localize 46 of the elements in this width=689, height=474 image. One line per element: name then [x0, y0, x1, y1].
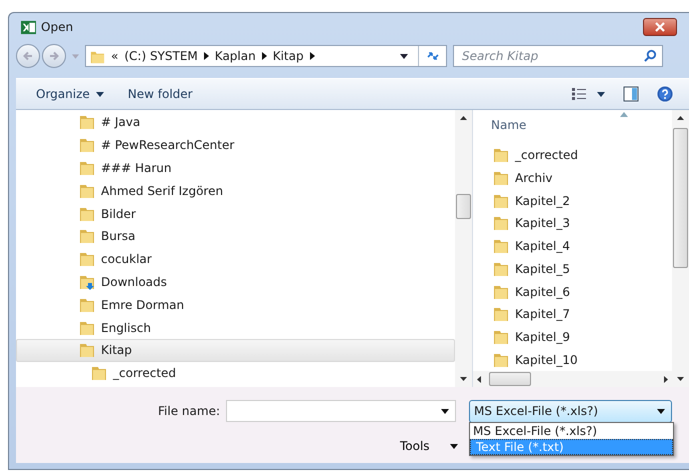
folder-tree-item[interactable]: Ahmed Serif Izgören	[16, 179, 455, 202]
folder-name: Kapitel_2	[515, 194, 570, 208]
organize-menu-button[interactable]: Organize	[26, 84, 114, 104]
folder-name: Kapitel_5	[515, 262, 570, 276]
tools-menu-button[interactable]: Tools	[392, 435, 466, 457]
folder-tree-item[interactable]: Downloads	[16, 270, 455, 294]
folder-tree-item[interactable]: Kitap	[16, 338, 455, 362]
folder-tree-item[interactable]: Englisch	[16, 316, 455, 339]
window-title: Open	[41, 20, 74, 34]
folder-item[interactable]: Kapitel_4	[473, 234, 672, 258]
folder-tree-item[interactable]: # Java	[16, 111, 455, 134]
breadcrumb[interactable]: Kaplan	[214, 49, 256, 63]
file-type-option[interactable]: MS Excel-File (*.xls?)	[470, 423, 673, 439]
search-field[interactable]: Search Kitap	[453, 45, 663, 67]
folder-name: Kapitel_10	[515, 352, 578, 367]
folder-tree-item[interactable]: _corrected	[16, 362, 455, 385]
folder-item[interactable]: Kapitel_3	[473, 212, 672, 235]
name-column-header[interactable]: Name	[473, 110, 672, 140]
folder-tree-item[interactable]: # PewResearchCenter	[16, 134, 455, 157]
folder-name: _corrected	[515, 148, 578, 162]
breadcrumb[interactable]: Kitap	[272, 49, 304, 63]
file-name-label: File name:	[157, 404, 221, 418]
folder-item[interactable]: Kapitel_9	[473, 326, 672, 348]
folder-item[interactable]: _corrected	[473, 144, 672, 167]
folder-item[interactable]: Archiv	[473, 166, 672, 190]
new-folder-button[interactable]: New folder	[118, 84, 203, 104]
folder-name: Kapitel_9	[515, 330, 570, 344]
folder-name: Kapitel_6	[515, 284, 570, 299]
address-bar[interactable]: « (C:) SYSTEM Kaplan Kitap	[85, 45, 447, 67]
folder-name: Kapitel_4	[515, 239, 570, 254]
file-type-dropdown[interactable]: MS Excel-File (*.xls?)	[469, 400, 672, 422]
folder-tree-item[interactable]: Emre Dorman	[16, 293, 455, 316]
folder-item[interactable]: Kapitel_5	[473, 257, 672, 280]
folder-item[interactable]: Kapitel_10	[473, 348, 672, 372]
folder-tree-item[interactable]: Bilder	[16, 202, 455, 225]
folder-name: Kapitel_3	[515, 216, 570, 230]
folder-item[interactable]: Kapitel_6	[473, 280, 672, 303]
breadcrumb[interactable]: (C:) SYSTEM	[124, 49, 198, 63]
folder-item[interactable]: Kapitel_7	[473, 302, 672, 326]
folder-item[interactable]: Kapitel_2	[473, 189, 672, 212]
folder-tree-item[interactable]: ### Harun	[16, 156, 455, 180]
folder-name: Archiv	[515, 170, 553, 185]
breadcrumb[interactable]: «	[111, 49, 118, 63]
folder-tree-item[interactable]: cocuklar	[16, 248, 455, 271]
folder-tree-item[interactable]: Bursa	[16, 224, 455, 248]
folder-name: Kapitel_7	[515, 307, 570, 322]
